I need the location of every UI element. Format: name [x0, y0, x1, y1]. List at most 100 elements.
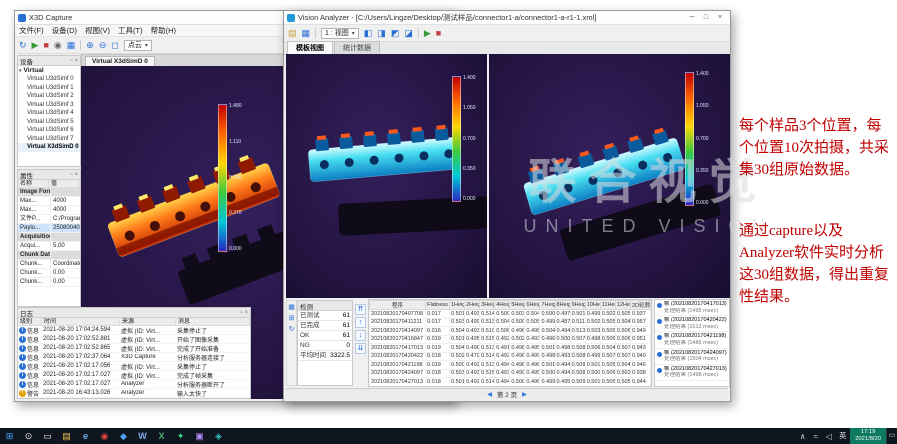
- refresh-devices-icon[interactable]: ↻: [19, 41, 27, 50]
- table-row[interactable]: 20210820170414097 0.016 0.504 0.493 0.51…: [370, 327, 651, 336]
- maximize-button[interactable]: □: [699, 11, 713, 24]
- pin-icon[interactable]: ▫: [70, 172, 72, 178]
- layout-top-icon[interactable]: ◩: [391, 29, 400, 38]
- result-item[interactable]: 帧 (20210820170420422) 处理结果 (1513 msec): [655, 316, 729, 332]
- layout-bottom-icon[interactable]: ◪: [404, 29, 413, 38]
- tree-item-device[interactable]: Virtual U3dSimf 1: [18, 84, 80, 93]
- result-item[interactable]: 帧 (20210820170417013) 处理结果 (1495 msec): [655, 300, 729, 316]
- property-row[interactable]: Chunk Data Control: [18, 251, 80, 260]
- tree-item-device[interactable]: Virtual U3dSimf 2: [18, 92, 80, 101]
- table-row[interactable]: 20210820170424097 0.018 0.503 0.493 0.51…: [370, 369, 651, 378]
- table-column-header[interactable]: 11Heig: [600, 301, 615, 310]
- property-row[interactable]: Max... 4000: [18, 197, 80, 206]
- close-panel-icon[interactable]: ×: [74, 172, 78, 178]
- log-row[interactable]: ! 警告 2021-08-20 16:43:13.026 Analyzer 输入…: [18, 389, 250, 398]
- menu-item[interactable]: 工具(T): [118, 25, 143, 36]
- table-view-icon[interactable]: ▦: [288, 304, 295, 311]
- table-column-header[interactable]: 2D轮廓: [631, 301, 651, 310]
- table-column-header[interactable]: 12Heig: [615, 301, 630, 310]
- menu-item[interactable]: 设备(D): [52, 25, 77, 36]
- table-column-header[interactable]: 6Heigh: [525, 301, 540, 310]
- menu-item[interactable]: 帮助(H): [151, 25, 176, 36]
- table-column-header[interactable]: 8Heigh: [555, 301, 570, 310]
- analyzer-3d-viewport-left[interactable]: 1.4001.0500.7000.3500.000: [286, 54, 487, 298]
- result-item[interactable]: 帧 (20210820170421198) 处理结果 (1486 msec): [655, 332, 729, 348]
- analyzer-titlebar[interactable]: Vision Analyzer - [C:/Users/Lingze/Deskt…: [284, 11, 730, 25]
- table-column-header[interactable]: 7Heigh: [540, 301, 555, 310]
- input-language-indicator[interactable]: 英: [835, 431, 850, 441]
- property-row[interactable]: Max... 4000: [18, 206, 80, 215]
- add-icon[interactable]: ⊞: [289, 315, 295, 322]
- volume-icon[interactable]: ◁: [822, 432, 835, 441]
- zoom-in-icon[interactable]: ⊕: [86, 41, 94, 50]
- tree-expander-icon[interactable]: ▾: [19, 68, 22, 74]
- tree-item-device[interactable]: Virtual U3dSimf 3: [18, 101, 80, 110]
- property-row[interactable]: Chunk... 0.00: [18, 269, 80, 278]
- table-column-header[interactable]: 程序: [370, 301, 426, 310]
- table-column-header[interactable]: 3Heigh: [480, 301, 495, 310]
- table-row[interactable]: 20210820170416847 0.019 0.501 0.495 0.51…: [370, 335, 651, 344]
- task-view-icon[interactable]: ▭: [38, 428, 57, 444]
- chat-app-icon[interactable]: ✦: [171, 428, 190, 444]
- save-icon[interactable]: ▦: [67, 41, 76, 50]
- analyzer-tab[interactable]: 模板视图: [287, 41, 333, 54]
- analyzer-app-taskbar-icon[interactable]: ◈: [209, 428, 228, 444]
- table-row[interactable]: 20210820170427013 0.018 0.501 0.492 0.51…: [370, 378, 651, 387]
- tree-item-device[interactable]: Virtual U3dSimf 4: [18, 109, 80, 118]
- save-icon[interactable]: ▦: [302, 29, 311, 38]
- table-row[interactable]: 20210820170421198 0.019 0.500 0.492 0.51…: [370, 361, 651, 370]
- property-row[interactable]: Chunk... 0.00: [18, 278, 80, 287]
- tree-item-device[interactable]: Virtual U3dSimf 5: [18, 118, 80, 127]
- table-column-header[interactable]: 1Heigh: [450, 301, 465, 310]
- viewport-tab[interactable]: Virtual X3dSimD 0: [85, 56, 155, 66]
- table-column-header[interactable]: 4Heigh: [495, 301, 510, 310]
- view-layout-select[interactable]: 1 : 视图 ▾: [321, 28, 359, 39]
- start-acquisition-icon[interactable]: ▶: [32, 41, 39, 50]
- pin-icon[interactable]: ▫: [240, 310, 242, 316]
- analyzer-tab[interactable]: 统计数据: [334, 41, 380, 54]
- menu-item[interactable]: 视图(V): [85, 25, 110, 36]
- search-icon[interactable]: ⊙: [19, 428, 38, 444]
- word-icon[interactable]: W: [133, 428, 152, 444]
- notification-center-icon[interactable]: ▭: [886, 428, 897, 444]
- stop-analysis-icon[interactable]: ■: [436, 29, 441, 38]
- zoom-out-icon[interactable]: ⊖: [99, 41, 107, 50]
- property-row[interactable]: 文件P... C:/Program Fil: [18, 215, 80, 224]
- table-column-header[interactable]: 2Heigh: [465, 301, 480, 310]
- scroll-bottom-button[interactable]: ⇊: [355, 343, 366, 354]
- open-file-icon[interactable]: ▤: [288, 29, 297, 38]
- run-analysis-icon[interactable]: ▶: [424, 29, 431, 38]
- result-item[interactable]: 帧 (20210820170424097) 处理结果 (1504 msec): [655, 349, 729, 365]
- property-row[interactable]: Acquisition Control: [18, 233, 80, 242]
- taskbar-clock[interactable]: 17:19 2021/8/20: [850, 428, 886, 444]
- tree-root-virtual[interactable]: ▾ Virtual: [18, 66, 80, 75]
- tree-item-device[interactable]: Virtual U3dSimf 7: [18, 135, 80, 144]
- file-explorer-icon[interactable]: ▤: [57, 428, 76, 444]
- tree-item-selected-device[interactable]: Virtual X3dSimD 0: [18, 143, 80, 152]
- layout-left-icon[interactable]: ◧: [364, 29, 373, 38]
- render-mode-select[interactable]: 点云 ▾: [124, 40, 152, 51]
- next-page-button[interactable]: ▶: [522, 391, 527, 398]
- property-row[interactable]: Image Format Control: [18, 188, 80, 197]
- table-row[interactable]: 20210820170420422 0.018 0.502 0.479 0.51…: [370, 352, 651, 361]
- tree-item-device[interactable]: Virtual U3dSimf 0: [18, 75, 80, 84]
- menu-item[interactable]: 文件(F): [19, 25, 44, 36]
- edge-browser-icon[interactable]: e: [76, 428, 95, 444]
- property-row[interactable]: Chunk... CoordinateC: [18, 260, 80, 269]
- code-editor-icon[interactable]: ◆: [114, 428, 133, 444]
- previous-page-button[interactable]: ◀: [487, 391, 492, 398]
- scroll-up-button[interactable]: ↑: [355, 317, 366, 328]
- excel-icon[interactable]: X: [152, 428, 171, 444]
- scroll-down-button[interactable]: ↓: [355, 330, 366, 341]
- analyzer-3d-viewport-right[interactable]: 1.4001.0500.7000.3500.000: [489, 54, 730, 298]
- table-row[interactable]: 20210820170407708 0.017 0.501 0.493 0.51…: [370, 310, 651, 319]
- hidden-icons-chevron[interactable]: ∧: [796, 432, 809, 441]
- network-icon[interactable]: ≈: [809, 432, 822, 441]
- property-row[interactable]: Acqui... 5.00: [18, 242, 80, 251]
- close-panel-icon[interactable]: ×: [244, 310, 248, 316]
- stop-acquisition-icon[interactable]: ■: [43, 41, 48, 50]
- table-column-header[interactable]: Flatness: [426, 301, 450, 310]
- property-row[interactable]: Paylo... 25080040: [18, 224, 80, 233]
- start-button[interactable]: ⊞: [0, 428, 19, 444]
- table-column-header[interactable]: 5Heigh: [510, 301, 525, 310]
